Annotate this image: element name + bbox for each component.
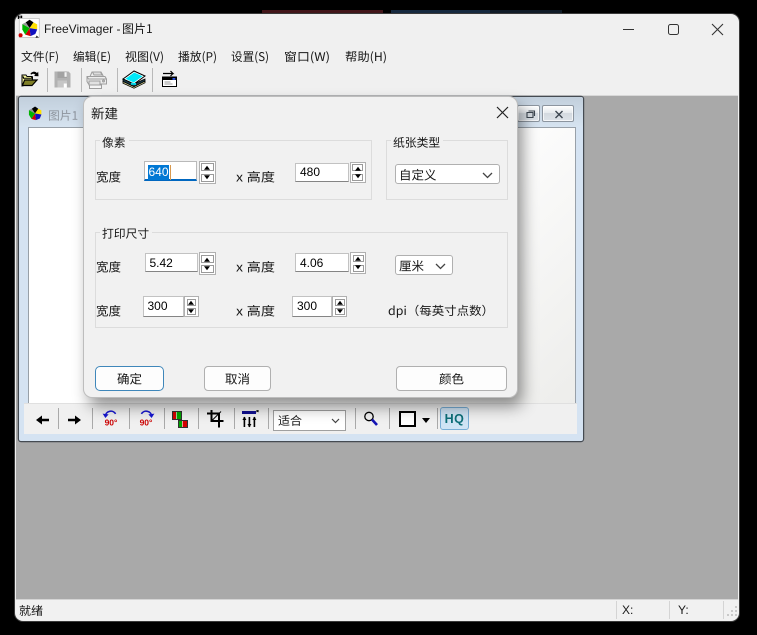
svg-text:90°: 90° bbox=[140, 418, 153, 428]
svg-text:90°: 90° bbox=[105, 418, 118, 428]
